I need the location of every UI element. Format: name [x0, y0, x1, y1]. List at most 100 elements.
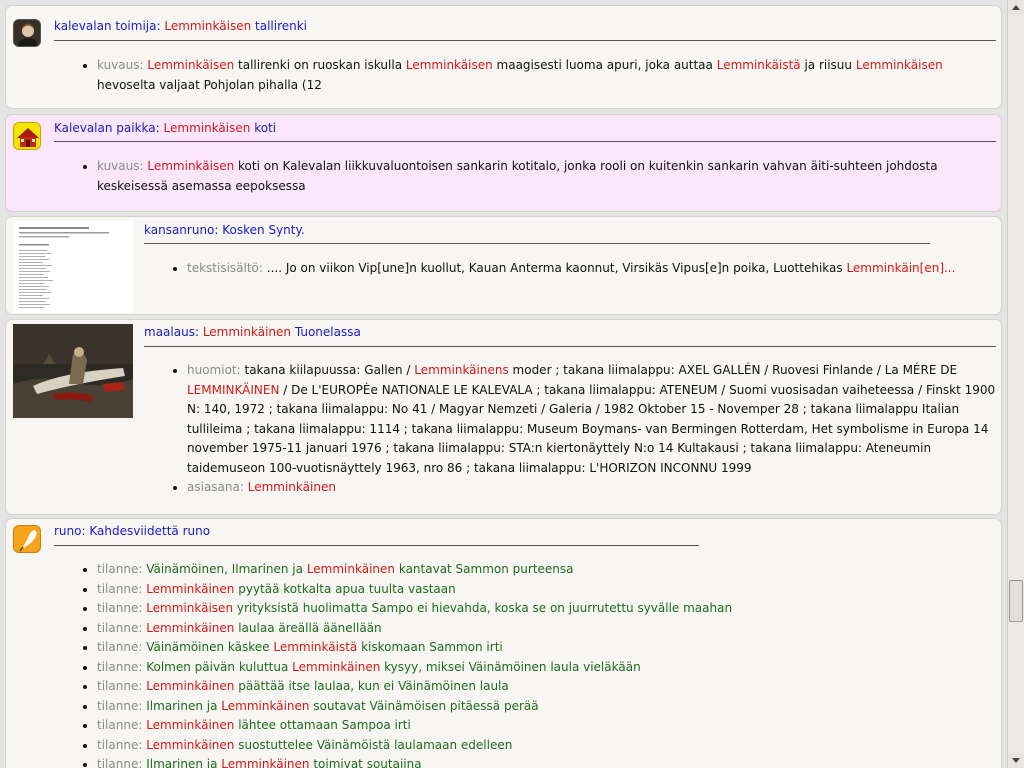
situation-item: tilanne: Lemminkäinen päättää itse laula… — [97, 677, 997, 697]
card-title: kalevalan toimija: Lemminkäisen talliren… — [54, 18, 307, 34]
text-segment: maagisesti luoma apuri, joka auttaa — [492, 58, 717, 72]
field-label: tekstisisältö: — [187, 261, 263, 275]
title-link-lemminkaisen[interactable]: Lemminkäisen — [164, 121, 251, 135]
result-card-kahdesviidetta-runo: runo: Kahdesviidettä runo tilanne: Väinä… — [5, 518, 1002, 768]
text-segment: kiskomaan Sammon irti — [357, 640, 503, 654]
field-label: tilanne: — [97, 718, 143, 732]
field-label: tilanne: — [97, 601, 143, 615]
notes-list: huomiot: takana kiilapuussa: Gallen / Le… — [171, 361, 1002, 498]
highlighted-term-link[interactable]: Lemminkäisen — [406, 58, 493, 72]
field-label: tilanne: — [97, 698, 143, 713]
situation-item: tilanne: Ilmarinen ja Lemminkäinen souta… — [97, 697, 997, 717]
title-link-kosken-synty[interactable]: Kosken Synty. — [222, 223, 304, 237]
highlighted-term-link[interactable]: Lemminkäisen — [856, 58, 943, 72]
text-segment: takana kiilapuussa: Gallen / — [244, 363, 415, 377]
text-content-list: tekstisisältö: .... Jo on viikon Vip[une… — [171, 259, 987, 279]
field-label: tilanne: — [97, 562, 143, 576]
title-link-tuonelassa[interactable]: Tuonelassa — [295, 325, 361, 339]
result-type-label: Kalevalan paikka: — [54, 121, 160, 135]
text-segment: laulaa äreällä äänellään — [234, 620, 382, 635]
scroll-down-button[interactable] — [1008, 752, 1024, 768]
field-label: tilanne: — [97, 737, 143, 752]
highlighted-term-link[interactable]: Lemminkäisen — [147, 159, 234, 173]
divider — [54, 40, 996, 41]
text-segment: Ilmarinen ja — [146, 698, 222, 713]
house-icon — [13, 122, 41, 150]
result-card-kosken-synty: kansanruno: Kosken Synty. tekstisisältö:… — [5, 216, 1002, 315]
document-page-thumbnail[interactable] — [13, 221, 133, 313]
field-label: tilanne: — [97, 659, 143, 674]
title-link-koti[interactable]: koti — [254, 121, 276, 135]
title-link-kahdesviidetta-runo[interactable]: Kahdesviidettä runo — [89, 524, 210, 538]
quill-pen-icon — [13, 525, 41, 553]
painting-thumbnail[interactable] — [13, 324, 133, 418]
text-segment: päättää itse laulaa, kun ei Väinämöinen … — [234, 679, 509, 693]
result-type-label: maalaus: — [144, 325, 199, 339]
divider — [54, 141, 996, 142]
description-list: kuvaus: Lemminkäisen koti on Kalevalan l… — [81, 157, 1002, 196]
text-segment: Väinämöinen käskee — [146, 640, 274, 654]
text-segment: Väinämöinen, Ilmarinen ja — [146, 562, 307, 576]
highlighted-term-link[interactable]: Lemminkäinen — [221, 757, 309, 768]
subject-link[interactable]: Lemminkäinen — [248, 480, 336, 494]
field-label: kuvaus: — [97, 58, 144, 72]
field-label: tilanne: — [97, 757, 143, 768]
text-segment: Kolmen päivän kuluttua — [146, 659, 293, 674]
situation-item: tilanne: Lemminkäinen lähtee ottamaan Sa… — [97, 716, 997, 736]
situation-item: tilanne: Ilmarinen ja Lemminkäinen toimi… — [97, 755, 997, 768]
result-type-label: kalevalan toimija: — [54, 19, 161, 33]
text-content: .... Jo on viikon Vip[une]n kuollut, Kau… — [267, 261, 956, 275]
highlighted-term-link[interactable]: Lemminkäinen — [146, 582, 234, 596]
text-segment: lähtee ottamaan Sampoa irti — [234, 718, 411, 732]
result-type-label: runo: — [54, 524, 86, 538]
scroll-up-arrow-icon — [1012, 5, 1020, 10]
highlighted-term-link[interactable]: Lemminkäinen — [221, 699, 309, 713]
card-title: Kalevalan paikka: Lemminkäisen koti — [54, 120, 276, 136]
situation-list: tilanne: Väinämöinen, Ilmarinen ja Lemmi… — [81, 560, 997, 768]
situation-item: tilanne: Lemminkäinen suostuttelee Väinä… — [97, 736, 997, 756]
highlighted-term-link[interactable]: Lemminkäisen — [147, 58, 234, 72]
highlighted-term-link[interactable]: Lemminkäinens — [414, 363, 508, 377]
highlighted-term-link[interactable]: Lemminkäistä — [717, 58, 801, 72]
highlighted-term-link[interactable]: Lemminkäinen — [146, 621, 234, 635]
text-segment: .... Jo on viikon Vip[une]n kuollut, Kau… — [266, 261, 847, 275]
field-label: tilanne: — [97, 640, 143, 654]
subject-item: asiasana: Lemminkäinen — [187, 478, 1002, 498]
highlighted-term-link[interactable]: Lemminkäinen — [146, 738, 234, 752]
situation-item: tilanne: Väinämöinen, Ilmarinen ja Lemmi… — [97, 560, 997, 580]
title-link-lemminkaisen[interactable]: Lemminkäisen — [164, 19, 251, 33]
result-card-koti: Kalevalan paikka: Lemminkäisen koti kuva… — [5, 114, 1002, 212]
situation-item: tilanne: Kolmen päivän kuluttua Lemminkä… — [97, 658, 997, 678]
highlighted-term-link[interactable]: LEMMINKÄINEN — [187, 383, 279, 397]
highlighted-term-link[interactable]: Lemminkäinen — [307, 562, 395, 576]
scroll-up-button[interactable] — [1008, 0, 1024, 16]
notes-text: takana kiilapuussa: Gallen / Lemminkäine… — [187, 363, 995, 475]
text-content-item: tekstisisältö: .... Jo on viikon Vip[une… — [187, 259, 987, 279]
card-title: kansanruno: Kosken Synty. — [144, 222, 305, 238]
text-segment: moder ; takana liimalappu: AXEL GALLÉN /… — [508, 363, 958, 377]
vertical-scrollbar[interactable] — [1007, 0, 1024, 768]
title-link-tallirenki[interactable]: tallirenki — [255, 19, 307, 33]
result-card-tuonelassa: maalaus: Lemminkäinen Tuonelassa huomiot… — [5, 319, 1002, 515]
person-portrait-icon — [13, 19, 41, 47]
divider — [144, 243, 930, 244]
text-segment: yrityksistä huolimatta Sampo ei hievahda… — [233, 601, 733, 615]
text-segment: toimivat soutajina — [309, 757, 422, 768]
highlighted-term-link[interactable]: Lemminkäistä — [273, 640, 357, 654]
divider — [144, 346, 996, 347]
highlighted-term-link[interactable]: Lemminkäinen — [292, 660, 380, 674]
highlighted-term-link[interactable]: Lemminkäisen — [146, 601, 233, 615]
description-text: Lemminkäisen tallirenki on ruoskan iskul… — [97, 58, 943, 92]
scrollbar-thumb[interactable] — [1009, 580, 1023, 622]
description-text: Lemminkäisen koti on Kalevalan liikkuval… — [97, 159, 938, 193]
text-segment: hevoselta valjaat Pohjolan pihalla (12 — [97, 77, 322, 92]
title-link-lemminkainen[interactable]: Lemminkäinen — [203, 325, 291, 339]
highlighted-term-link[interactable]: Lemminkäin[en]... — [846, 261, 955, 275]
text-segment: ja riisuu — [800, 58, 856, 72]
card-title: runo: Kahdesviidettä runo — [54, 523, 210, 539]
text-segment: kysyy, miksei Väinämöinen laula vieläkää… — [380, 659, 641, 674]
field-label: tilanne: — [97, 620, 143, 635]
situation-item: tilanne: Lemminkäisen yrityksistä huolim… — [97, 599, 997, 619]
highlighted-term-link[interactable]: Lemminkäinen — [146, 679, 234, 693]
highlighted-term-link[interactable]: Lemminkäinen — [146, 718, 234, 732]
